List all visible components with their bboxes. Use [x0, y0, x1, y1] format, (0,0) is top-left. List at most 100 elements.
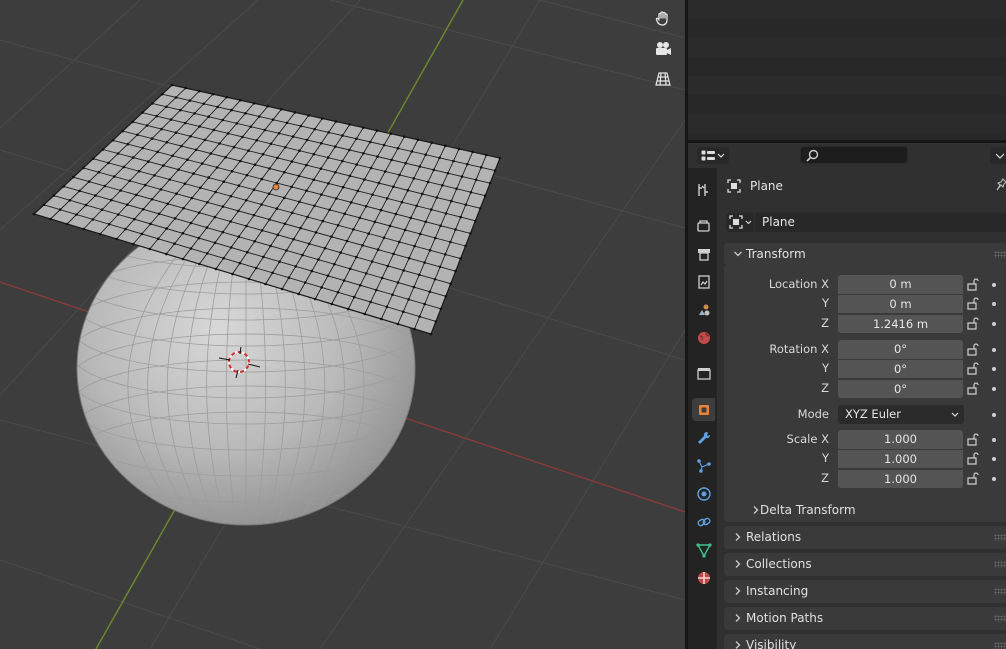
location-y-label: Y: [821, 296, 829, 310]
location-z-field[interactable]: 1.2416 m: [838, 314, 963, 333]
keyframe-dot[interactable]: [992, 387, 996, 391]
transform-panel-header[interactable]: Transform: [724, 243, 1006, 266]
lock-icon[interactable]: [965, 381, 979, 395]
scale-x-label: Scale X: [786, 432, 829, 446]
chevron-down-icon: [745, 220, 752, 225]
drag-grip-icon[interactable]: [994, 642, 1006, 649]
section-label: Instancing: [746, 584, 809, 598]
tab-constraints[interactable]: [692, 510, 715, 533]
chevron-down-icon: [734, 251, 742, 257]
world-icon: [697, 331, 710, 344]
object-icon: [698, 404, 709, 415]
lock-icon[interactable]: [965, 432, 979, 446]
chevron-down-icon: [995, 153, 1005, 159]
keyframe-dot[interactable]: [992, 367, 996, 371]
section-label: Relations: [746, 530, 802, 544]
tab-render[interactable]: [692, 214, 715, 237]
outliner-area[interactable]: [688, 0, 1006, 140]
perspective-grid-icon[interactable]: [650, 66, 676, 92]
lock-icon[interactable]: [965, 471, 979, 485]
tab-collection[interactable]: [692, 362, 715, 385]
transform-header-label: Transform: [746, 247, 806, 261]
location-x-label: Location X: [768, 277, 829, 291]
properties-search-input[interactable]: [800, 146, 908, 164]
chevron-right-icon: [735, 560, 741, 568]
drag-grip-icon[interactable]: [994, 615, 1006, 622]
section-label: Collections: [746, 557, 812, 571]
lock-icon[interactable]: [965, 361, 979, 375]
view-layer-icon: [697, 274, 710, 289]
object-properties-panel: Plane Plane Transform Location X 0 m Y 0…: [717, 168, 1006, 649]
rotation-mode-select[interactable]: XYZ Euler: [838, 405, 964, 424]
rotation-mode-value: XYZ Euler: [845, 407, 901, 421]
scene-icon: [698, 304, 709, 315]
chevron-right-icon: [735, 533, 741, 541]
keyframe-dot[interactable]: [992, 302, 996, 306]
tab-tool[interactable]: [692, 178, 715, 201]
options-dropdown[interactable]: [990, 147, 1006, 164]
drag-grip-icon[interactable]: [994, 561, 1006, 568]
tab-output[interactable]: [692, 242, 715, 265]
location-y-field[interactable]: 0 m: [838, 294, 963, 313]
lock-icon[interactable]: [965, 277, 979, 291]
rotation-y-field[interactable]: 0°: [838, 359, 963, 378]
tab-object[interactable]: [692, 398, 715, 421]
editor-type-button[interactable]: [697, 147, 729, 164]
keyframe-dot[interactable]: [992, 457, 996, 461]
lock-icon[interactable]: [965, 316, 979, 330]
rotation-y-label: Y: [821, 361, 829, 375]
lock-icon[interactable]: [965, 296, 979, 310]
object-icon: [729, 215, 743, 229]
tab-object-data[interactable]: [692, 538, 715, 561]
drag-grip-icon[interactable]: [994, 588, 1006, 595]
section-header-visibility[interactable]: Visibility: [724, 634, 1006, 649]
rotation-z-field[interactable]: 0°: [838, 379, 963, 398]
section-header-motion-paths[interactable]: Motion Paths: [724, 607, 1006, 630]
object-browse-button[interactable]: [726, 213, 754, 232]
location-x-field[interactable]: 0 m: [838, 275, 963, 294]
modifier-icon: [697, 431, 710, 444]
chevron-down-icon: [951, 412, 959, 417]
object-data-icon: [695, 542, 712, 558]
drag-grip-icon[interactable]: [994, 534, 1006, 541]
pin-icon[interactable]: [995, 178, 1006, 192]
scale-x-field[interactable]: 1.000: [838, 430, 963, 449]
scale-y-field[interactable]: 1.000: [838, 449, 963, 468]
lock-icon[interactable]: [965, 342, 979, 356]
object-name-label: Plane: [750, 179, 783, 193]
section-header-relations[interactable]: Relations: [724, 526, 1006, 549]
scale-z-field[interactable]: 1.000: [838, 469, 963, 488]
keyframe-dot[interactable]: [992, 322, 996, 326]
constraints-icon: [696, 517, 711, 526]
keyframe-dot[interactable]: [992, 413, 996, 417]
tab-material[interactable]: [692, 566, 715, 589]
viewport-scene: [0, 0, 685, 649]
tab-particles[interactable]: [692, 454, 715, 477]
keyframe-dot[interactable]: [992, 283, 996, 287]
tab-world[interactable]: [692, 326, 715, 349]
tab-physics[interactable]: [692, 482, 715, 505]
section-header-instancing[interactable]: Instancing: [724, 580, 1006, 603]
object-name-field[interactable]: Plane: [755, 213, 1006, 232]
drag-grip-icon[interactable]: [994, 251, 1006, 258]
output-icon: [697, 248, 710, 261]
properties-tab-column: [688, 168, 717, 649]
keyframe-dot[interactable]: [992, 438, 996, 442]
camera-view-icon[interactable]: [650, 36, 676, 62]
rotation-x-field[interactable]: 0°: [838, 340, 963, 359]
chevron-down-icon: [717, 153, 725, 158]
keyframe-dot[interactable]: [992, 477, 996, 481]
delta-transform-header[interactable]: Delta Transform: [724, 499, 1006, 522]
tool-icon: [697, 183, 708, 196]
section-header-collections[interactable]: Collections: [724, 553, 1006, 576]
tab-scene[interactable]: [692, 298, 715, 321]
scale-y-label: Y: [821, 451, 829, 465]
lock-icon[interactable]: [965, 451, 979, 465]
3d-viewport[interactable]: [0, 0, 685, 649]
hand-pan-icon[interactable]: [650, 6, 676, 32]
render-icon: [696, 219, 710, 232]
tab-modifier[interactable]: [692, 426, 715, 449]
keyframe-dot[interactable]: [992, 348, 996, 352]
chevron-right-icon: [735, 641, 741, 649]
tab-view-layer[interactable]: [692, 270, 715, 293]
